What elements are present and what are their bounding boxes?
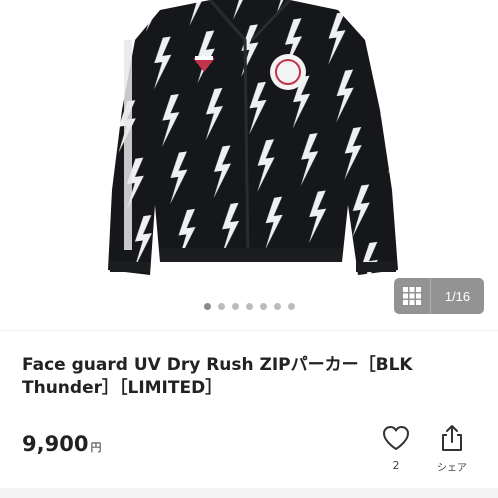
share-label: シェア xyxy=(437,463,467,474)
share-button[interactable]: シェア xyxy=(430,424,474,474)
gallery-counter[interactable]: 1/16 xyxy=(394,278,484,314)
grid-icon[interactable] xyxy=(394,278,431,314)
share-icon xyxy=(442,425,462,451)
like-button[interactable]: 2 xyxy=(379,424,413,472)
section-separator xyxy=(0,488,498,498)
product-title: Face guard UV Dry Rush ZIPパーカー［BLK Thund… xyxy=(22,355,413,398)
pagination-dot[interactable] xyxy=(287,303,295,310)
price-row: 9,900 円 xyxy=(22,432,101,456)
pagination-dot[interactable] xyxy=(231,303,239,310)
pagination-dot[interactable] xyxy=(273,303,281,310)
divider xyxy=(0,330,498,331)
like-count: 2 xyxy=(392,459,400,472)
pagination-dot[interactable] xyxy=(203,303,211,310)
pagination-dot[interactable] xyxy=(245,303,253,310)
product-price: 9,900 xyxy=(22,432,89,456)
heart-icon xyxy=(383,426,409,450)
pagination-dot[interactable] xyxy=(259,303,267,310)
currency-unit: 円 xyxy=(90,441,102,454)
image-counter: 1/16 xyxy=(444,288,471,304)
pagination-dot[interactable] xyxy=(217,303,225,310)
